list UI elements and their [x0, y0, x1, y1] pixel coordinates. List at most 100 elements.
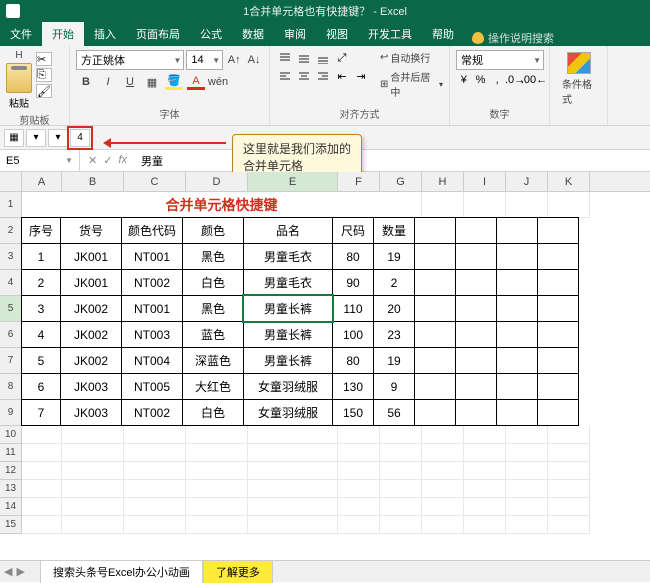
sheet-nav-next[interactable]: ▶: [16, 565, 24, 578]
row-header[interactable]: 15: [0, 516, 22, 534]
col-header-B[interactable]: B: [62, 172, 124, 191]
indent-decrease-button[interactable]: ⇤: [333, 68, 351, 84]
cell[interactable]: JK001: [60, 243, 122, 270]
cell[interactable]: [496, 373, 538, 400]
cell[interactable]: [338, 516, 380, 534]
border-button[interactable]: ▦: [142, 73, 162, 91]
cell[interactable]: [506, 426, 548, 444]
phonetic-button[interactable]: wén: [208, 73, 228, 91]
cell[interactable]: 1: [21, 243, 61, 270]
cell[interactable]: [548, 426, 590, 444]
align-right-button[interactable]: [314, 68, 332, 84]
cell[interactable]: 3: [21, 295, 61, 322]
percent-button[interactable]: %: [473, 72, 489, 88]
cell[interactable]: [186, 498, 248, 516]
cell[interactable]: [62, 444, 124, 462]
cell[interactable]: 男童毛衣: [243, 269, 333, 296]
cell[interactable]: [186, 516, 248, 534]
cell[interactable]: [248, 516, 338, 534]
format-painter-button[interactable]: 🖌: [36, 84, 52, 98]
cell[interactable]: [338, 498, 380, 516]
cell[interactable]: 深蓝色: [182, 347, 244, 374]
col-header-C[interactable]: C: [124, 172, 186, 191]
cell[interactable]: [464, 444, 506, 462]
increase-font-button[interactable]: A↑: [225, 51, 243, 69]
tab-insert[interactable]: 插入: [84, 22, 126, 46]
cell[interactable]: 男童长裤: [243, 347, 333, 374]
cell[interactable]: 23: [373, 321, 415, 348]
cell[interactable]: JK001: [60, 269, 122, 296]
cell[interactable]: 数量: [373, 217, 415, 244]
tab-page-layout[interactable]: 页面布局: [126, 22, 190, 46]
cell[interactable]: [338, 444, 380, 462]
cell[interactable]: 大红色: [182, 373, 244, 400]
cell[interactable]: [248, 498, 338, 516]
underline-button[interactable]: U: [120, 73, 140, 91]
cut-button[interactable]: ✂: [36, 52, 52, 66]
cell[interactable]: 80: [332, 243, 374, 270]
cell[interactable]: 4: [21, 321, 61, 348]
select-all-corner[interactable]: [0, 172, 22, 191]
cell[interactable]: 20: [373, 295, 415, 322]
cell[interactable]: 19: [373, 347, 415, 374]
bold-button[interactable]: B: [76, 73, 96, 91]
cell[interactable]: 尺码: [332, 217, 374, 244]
paste-button[interactable]: H 粘贴: [6, 50, 32, 110]
tab-developer[interactable]: 开发工具: [358, 22, 422, 46]
cell[interactable]: [380, 480, 422, 498]
cell[interactable]: 7: [21, 399, 61, 426]
row-header[interactable]: 7: [0, 348, 22, 374]
cell[interactable]: 黑色: [182, 243, 244, 270]
cell[interactable]: [124, 480, 186, 498]
cell[interactable]: [338, 426, 380, 444]
cell[interactable]: [124, 498, 186, 516]
cell[interactable]: [496, 295, 538, 322]
cell[interactable]: [422, 444, 464, 462]
cell[interactable]: 90: [332, 269, 374, 296]
cell[interactable]: [380, 426, 422, 444]
cell[interactable]: 110: [332, 295, 374, 322]
cell[interactable]: 6: [21, 373, 61, 400]
cell[interactable]: [338, 462, 380, 480]
cell[interactable]: [414, 399, 456, 426]
col-header-H[interactable]: H: [422, 172, 464, 191]
cell[interactable]: [186, 462, 248, 480]
qat-button-2[interactable]: ▾: [26, 129, 46, 147]
align-left-button[interactable]: [276, 68, 294, 84]
cell[interactable]: [537, 269, 579, 296]
cell[interactable]: [455, 295, 497, 322]
tab-home[interactable]: 开始: [42, 22, 84, 46]
cell[interactable]: [414, 321, 456, 348]
row-header[interactable]: 6: [0, 322, 22, 348]
sheet-tab-2[interactable]: 了解更多: [203, 560, 273, 583]
cell[interactable]: 9: [373, 373, 415, 400]
col-header-A[interactable]: A: [22, 172, 62, 191]
col-header-F[interactable]: F: [338, 172, 380, 191]
row-header[interactable]: 3: [0, 244, 22, 270]
cell[interactable]: [186, 444, 248, 462]
tab-formula[interactable]: 公式: [190, 22, 232, 46]
cell[interactable]: 颜色代码: [121, 217, 183, 244]
font-size-combo[interactable]: 14▼: [186, 50, 223, 70]
col-header-D[interactable]: D: [186, 172, 248, 191]
cell[interactable]: 品名: [243, 217, 333, 244]
cell[interactable]: [464, 192, 506, 218]
wrap-text-button[interactable]: ↩ 自动换行: [380, 50, 443, 65]
cell[interactable]: 2: [21, 269, 61, 296]
cell[interactable]: [186, 426, 248, 444]
cell[interactable]: 100: [332, 321, 374, 348]
cell[interactable]: [506, 192, 548, 218]
align-middle-button[interactable]: [295, 50, 313, 66]
cell[interactable]: NT005: [121, 373, 183, 400]
cell[interactable]: [338, 480, 380, 498]
cell[interactable]: NT001: [121, 295, 183, 322]
cell[interactable]: [548, 498, 590, 516]
align-top-button[interactable]: [276, 50, 294, 66]
row-header[interactable]: 14: [0, 498, 22, 516]
cell[interactable]: [380, 498, 422, 516]
cell[interactable]: [496, 399, 538, 426]
cell[interactable]: 2: [373, 269, 415, 296]
cell[interactable]: 80: [332, 347, 374, 374]
row-header[interactable]: 11: [0, 444, 22, 462]
cell[interactable]: [464, 462, 506, 480]
